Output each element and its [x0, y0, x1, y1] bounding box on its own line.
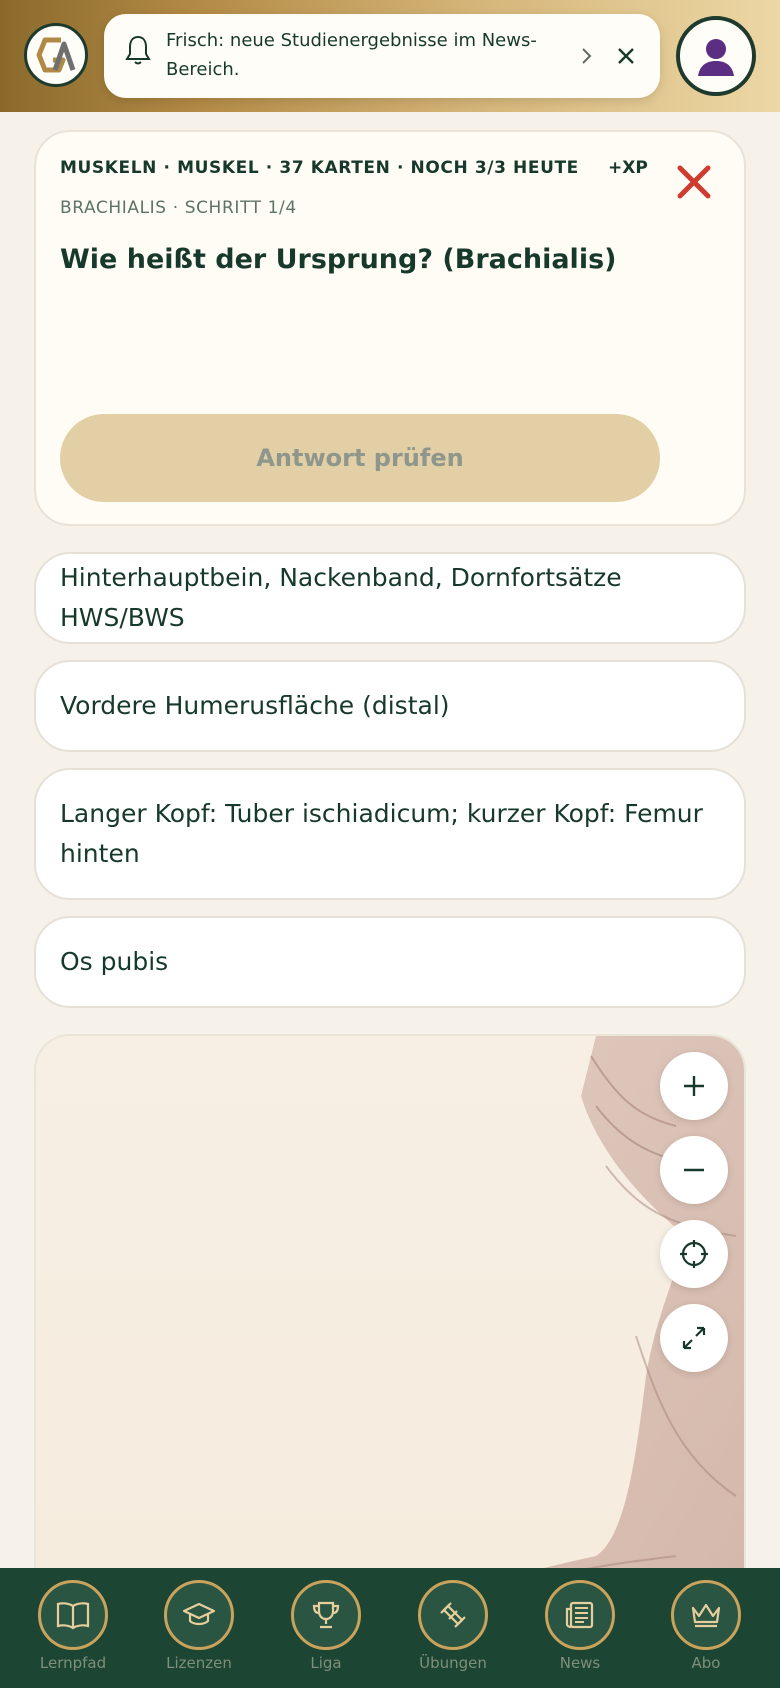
nav-icon-circle: [545, 1580, 615, 1650]
plus-icon: [684, 1076, 704, 1096]
question-title: Wie heißt der Ursprung? (Brachialis): [60, 244, 617, 275]
bell-icon: [125, 35, 151, 65]
nav-label: Lernpfad: [39, 1654, 107, 1672]
fullscreen-button[interactable]: [660, 1304, 728, 1372]
answer-option[interactable]: Vordere Humerusfläche (distal): [34, 660, 746, 752]
book-icon: [56, 1602, 90, 1630]
expand-icon: [682, 1326, 706, 1350]
newspaper-icon: [565, 1601, 594, 1629]
answer-option[interactable]: Os pubis: [34, 916, 746, 1008]
nav-icon-circle: [671, 1580, 741, 1650]
app-header: Frisch: neue Studienergebnisse im News-B…: [0, 0, 780, 112]
card-meta: MUSKELN · MUSKEL · 37 KARTEN · NOCH 3/3 …: [60, 158, 579, 178]
crosshair-icon: [680, 1240, 708, 1268]
nav-icon-circle: [38, 1580, 108, 1650]
nav-label: News: [559, 1654, 601, 1672]
nav-icon-circle: [164, 1580, 234, 1650]
nav-item-abo[interactable]: Abo: [651, 1580, 761, 1672]
nav-label: Lizenzen: [166, 1654, 232, 1672]
minus-icon: [684, 1168, 704, 1172]
chevron-right-icon[interactable]: [574, 44, 598, 68]
answer-option[interactable]: Hinterhauptbein, Nackenband, Dornfortsät…: [34, 552, 746, 644]
question-card: MUSKELN · MUSKEL · 37 KARTEN · NOCH 3/3 …: [34, 130, 746, 526]
nav-item-uebungen[interactable]: Übungen: [398, 1580, 508, 1672]
anatomy-viewer[interactable]: [34, 1034, 746, 1654]
answer-option[interactable]: Langer Kopf: Tuber ischiadicum; kurzer K…: [34, 768, 746, 900]
notification-banner[interactable]: Frisch: neue Studienergebnisse im News-B…: [104, 14, 660, 98]
nav-icon-circle: [418, 1580, 488, 1650]
nav-icon-circle: [291, 1580, 361, 1650]
nav-label: Übungen: [419, 1654, 487, 1672]
xp-badge: +XP: [608, 158, 648, 178]
nav-item-lizenzen[interactable]: Lizenzen: [144, 1580, 254, 1672]
recenter-button[interactable]: [660, 1220, 728, 1288]
close-icon[interactable]: [614, 44, 638, 68]
logo-mark-icon: [36, 37, 76, 73]
graduation-cap-icon: [182, 1602, 216, 1626]
nav-item-liga[interactable]: Liga: [271, 1580, 381, 1672]
nav-label: Abo: [691, 1654, 721, 1672]
zoom-out-button[interactable]: [660, 1136, 728, 1204]
notification-text: Frisch: neue Studienergebnisse im News-B…: [166, 30, 537, 80]
user-icon: [698, 39, 734, 76]
close-icon[interactable]: [676, 164, 712, 200]
nav-item-news[interactable]: News: [525, 1580, 635, 1672]
bottom-navigation: Lernpfad Lizenzen Liga Übungen News Abo: [0, 1568, 780, 1688]
anatomy-model-image: [388, 1036, 744, 1652]
profile-avatar[interactable]: [676, 16, 756, 96]
app-logo[interactable]: [24, 23, 88, 87]
nav-label: Liga: [310, 1654, 342, 1672]
dumbbell-icon: [440, 1602, 466, 1628]
zoom-in-button[interactable]: [660, 1052, 728, 1120]
crown-icon: [691, 1603, 721, 1628]
step-indicator: BRACHIALIS · SCHRITT 1/4: [60, 198, 297, 218]
check-answer-button[interactable]: Antwort prüfen: [60, 414, 660, 502]
nav-item-lernpfad[interactable]: Lernpfad: [18, 1580, 128, 1672]
trophy-icon: [312, 1601, 340, 1629]
